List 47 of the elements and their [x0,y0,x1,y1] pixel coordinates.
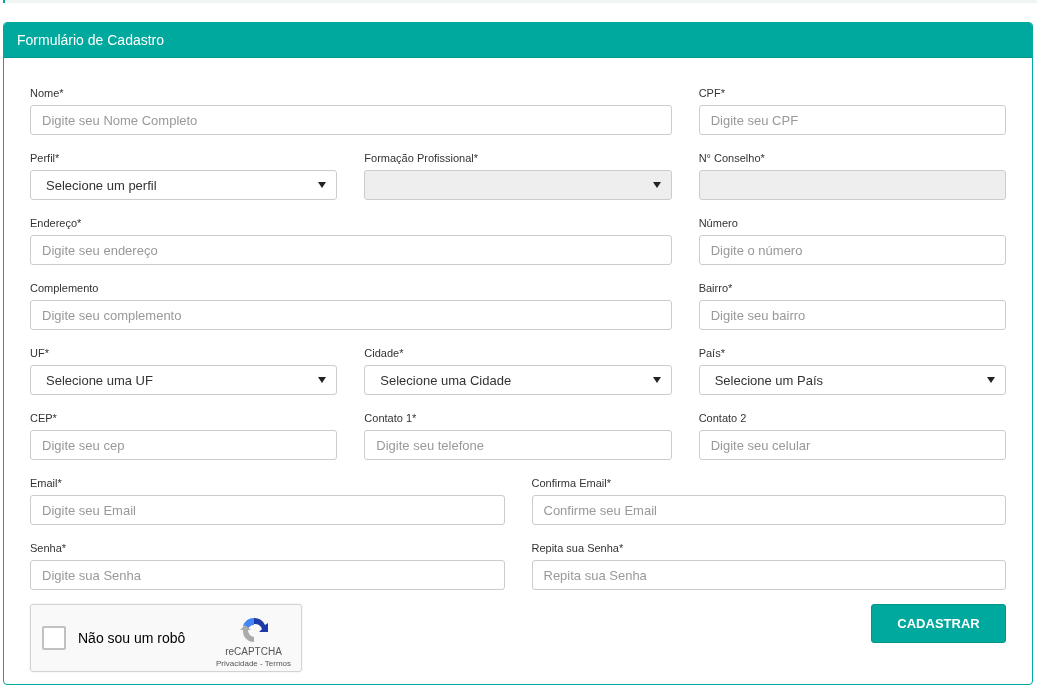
field-label: Confirma Email* [531,477,612,489]
captcha-brand: reCAPTCHA [225,646,282,657]
input-field[interactable]: Digite sua Senha [30,560,505,590]
caret-icon [652,376,661,384]
input-field[interactable]: Digite seu complemento [30,300,672,330]
field-label: Endereço* [30,217,83,229]
input-field[interactable]: Digite seu bairro [698,300,1006,330]
input-field[interactable]: Digite seu telefone [364,430,672,460]
select-field[interactable]: Selecione um País [698,365,1006,395]
select-field[interactable]: Selecione uma Cidade [364,365,672,395]
recaptcha-logo-icon [239,616,268,644]
select-field[interactable]: Selecione um perfil [30,170,338,200]
field-label: Contato 2 [698,412,748,424]
field-label: CEP* [30,412,58,424]
panel-title: Formulário de Cadastro [17,32,165,48]
caret-icon [652,181,661,189]
field-label: Senha* [30,542,68,554]
caret-icon [318,181,327,189]
input-field[interactable]: Digite seu Email [30,495,505,525]
field-label: País* [698,347,726,359]
select-field[interactable]: Selecione uma UF [30,365,338,395]
input-field[interactable]: Digite seu celular [698,430,1006,460]
field-label: Email* [30,477,63,489]
input-field[interactable]: Digite seu cep [30,430,338,460]
field-label: CPF* [698,87,726,99]
captcha-links[interactable]: Privacidade - Termos [216,659,291,668]
input-field[interactable]: Digite o número [698,235,1006,265]
input-field[interactable]: Digite seu CPF [698,105,1006,135]
input-field[interactable]: Digite seu endereço [30,235,672,265]
field-label: Número [698,217,739,229]
input-field[interactable]: Confirme seu Email [531,495,1006,525]
caret-icon [318,376,327,384]
captcha-checkbox[interactable] [42,626,66,650]
field-label: Cidade* [364,347,405,359]
input-field[interactable]: Repita sua Senha [531,560,1006,590]
field-label: Bairro* [698,282,734,294]
field-label: Contato 1* [364,412,418,424]
field-label: UF* [30,347,50,359]
field-label: N° Conselho* [698,152,766,164]
field-label: Nome* [30,87,65,99]
captcha-label: Não sou um robô [78,630,187,646]
field-label: Complemento [30,282,100,294]
input-field[interactable]: Digite seu Nome Completo [30,105,672,135]
field-label: Perfil* [30,152,61,164]
field-label: Repita sua Senha* [531,542,625,554]
field-label: Formação Profissional* [364,152,480,164]
caret-icon [987,376,995,384]
